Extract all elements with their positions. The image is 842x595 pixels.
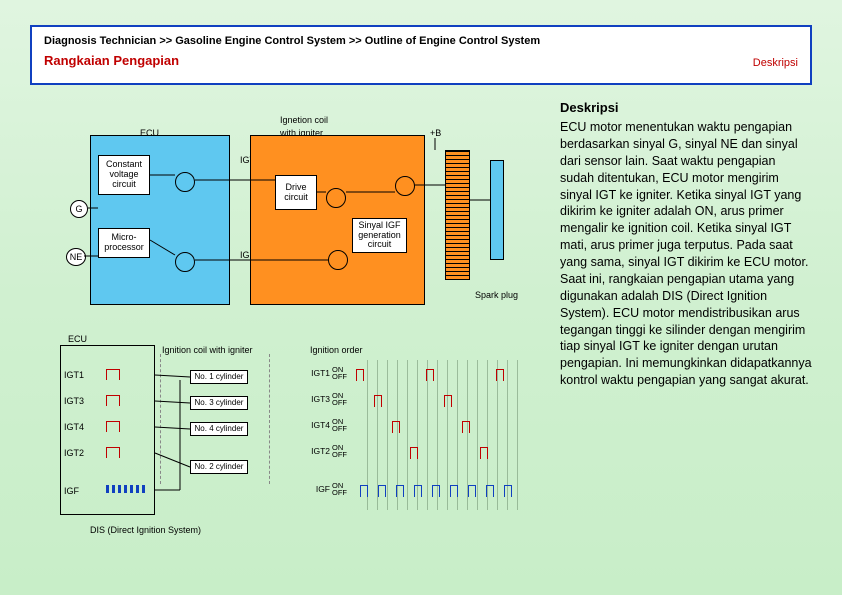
signal-name: IGF xyxy=(64,486,92,496)
order-row-igt4: IGT4 ONOFF xyxy=(300,414,516,436)
diagram-top: Ignetion coil with igniter ECU +B IGT IG… xyxy=(30,100,530,330)
microprocessor: Micro-processor xyxy=(98,228,150,258)
timing-wave xyxy=(356,443,516,459)
signal-name: IGT1 xyxy=(64,370,92,380)
signal-name: IGT3 xyxy=(64,396,92,406)
timing-wave xyxy=(356,481,516,497)
pulse-icon xyxy=(96,395,141,407)
description-column: Deskripsi ECU motor menentukan waktu pen… xyxy=(540,100,812,580)
cylinder-4: No. 4 cylinder xyxy=(190,422,248,436)
header-right-label: Deskripsi xyxy=(753,57,798,69)
pulse-icon xyxy=(96,485,141,497)
page-subtitle: Rangkaian Pengapian xyxy=(44,53,798,68)
diagram-column: Ignetion coil with igniter ECU +B IGT IG… xyxy=(30,100,540,580)
spark-plug-icon xyxy=(490,160,504,260)
on-off-label: ONOFF xyxy=(332,482,354,497)
label-ignition-order: Ignition order xyxy=(310,345,363,355)
breadcrumb: Diagnosis Technician >> Gasoline Engine … xyxy=(44,35,798,47)
label-spark-plug: Spark plug xyxy=(475,290,518,300)
timing-wave xyxy=(356,391,516,407)
order-row-igt3: IGT3 ONOFF xyxy=(300,388,516,410)
label-dis: DIS (Direct Ignition System) xyxy=(90,525,201,535)
on-off-label: ONOFF xyxy=(332,444,354,459)
cylinder-1: No. 1 cylinder xyxy=(190,370,248,384)
pulse-icon xyxy=(96,421,141,433)
label-plus-b: +B xyxy=(430,128,441,138)
cylinder-2: No. 2 cylinder xyxy=(190,460,248,474)
on-off-label: ONOFF xyxy=(332,392,354,407)
main-area: Ignetion coil with igniter ECU +B IGT IG… xyxy=(30,100,812,580)
drive-circuit: Drive circuit xyxy=(275,175,317,210)
port-ne: NE xyxy=(66,248,86,266)
signal-name: IGT2 xyxy=(64,448,92,458)
description-heading: Deskripsi xyxy=(560,100,812,115)
order-row-igf: IGF ONOFF xyxy=(300,478,516,500)
label-ignetion-coil: Ignetion coil xyxy=(280,115,328,125)
pulse-icon xyxy=(96,369,141,381)
order-name: IGT4 xyxy=(300,420,330,430)
transistor-icon xyxy=(395,176,415,196)
signal-row-igt4: IGT4 xyxy=(64,418,141,436)
igf-generation-circuit: Sinyal IGF generation circuit xyxy=(352,218,407,253)
signal-row-igt2: IGT2 xyxy=(64,444,141,462)
on-off-label: ONOFF xyxy=(332,418,354,433)
order-row-igt2: IGT2 ONOFF xyxy=(300,440,516,462)
description-body: ECU motor menentukan waktu pengapian ber… xyxy=(560,119,812,389)
ignition-coil-icon xyxy=(445,150,470,280)
transistor-icon xyxy=(326,188,346,208)
cylinder-3: No. 3 cylinder xyxy=(190,396,248,410)
transistor-icon xyxy=(328,250,348,270)
signal-row-igt1: IGT1 xyxy=(64,366,141,384)
order-name: IGT2 xyxy=(300,446,330,456)
pulse-icon xyxy=(96,447,141,459)
constant-voltage-circuit: Constant voltage circuit xyxy=(98,155,150,195)
timing-wave xyxy=(356,417,516,433)
signal-name: IGT4 xyxy=(64,422,92,432)
order-row-igt1: IGT1 ONOFF xyxy=(300,362,516,384)
signal-row-igf: IGF xyxy=(64,482,141,500)
diagram-bottom: ECU IGT1 IGT3 IGT4 IGT2 IGF Ig xyxy=(30,330,530,560)
order-name: IGF xyxy=(300,484,330,494)
label-ecu-2: ECU xyxy=(68,334,87,344)
on-off-label: ONOFF xyxy=(332,366,354,381)
transistor-icon xyxy=(175,252,195,272)
timing-wave xyxy=(356,365,516,381)
header-panel: Diagnosis Technician >> Gasoline Engine … xyxy=(30,25,812,85)
signal-row-igt3: IGT3 xyxy=(64,392,141,410)
order-name: IGT1 xyxy=(300,368,330,378)
order-name: IGT3 xyxy=(300,394,330,404)
port-g: G xyxy=(70,200,88,218)
transistor-icon xyxy=(175,172,195,192)
